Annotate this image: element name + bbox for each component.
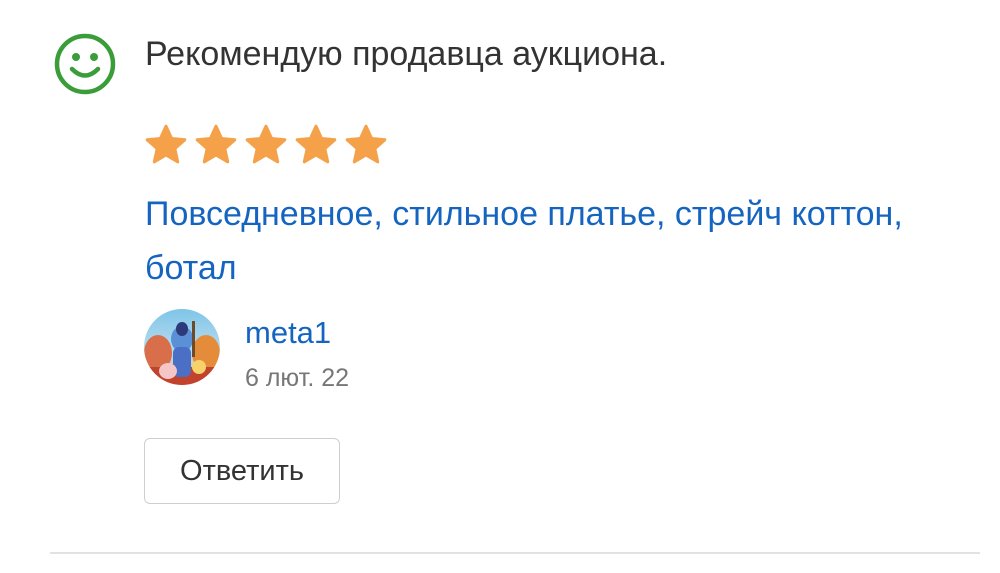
star-icon [345, 124, 387, 164]
star-icon [145, 124, 187, 164]
divider [50, 552, 980, 554]
item-title-link[interactable]: Повседневное, стильное платье, стрейч ко… [145, 187, 905, 295]
star-icon [295, 124, 337, 164]
review-verdict: Рекомендую продавца аукциона. [145, 35, 668, 73]
author-username[interactable]: meta1 [245, 313, 331, 353]
star-icon [245, 124, 287, 164]
reply-button[interactable]: Ответить [144, 438, 340, 504]
smiley-positive-icon [53, 32, 117, 96]
review-card: Рекомендую продавца аукциона. Повседневн… [0, 0, 1000, 573]
review-date: 6 лют. 22 [245, 364, 350, 392]
avatar[interactable] [144, 309, 220, 385]
star-icon [195, 124, 237, 164]
rating-stars [143, 122, 389, 168]
